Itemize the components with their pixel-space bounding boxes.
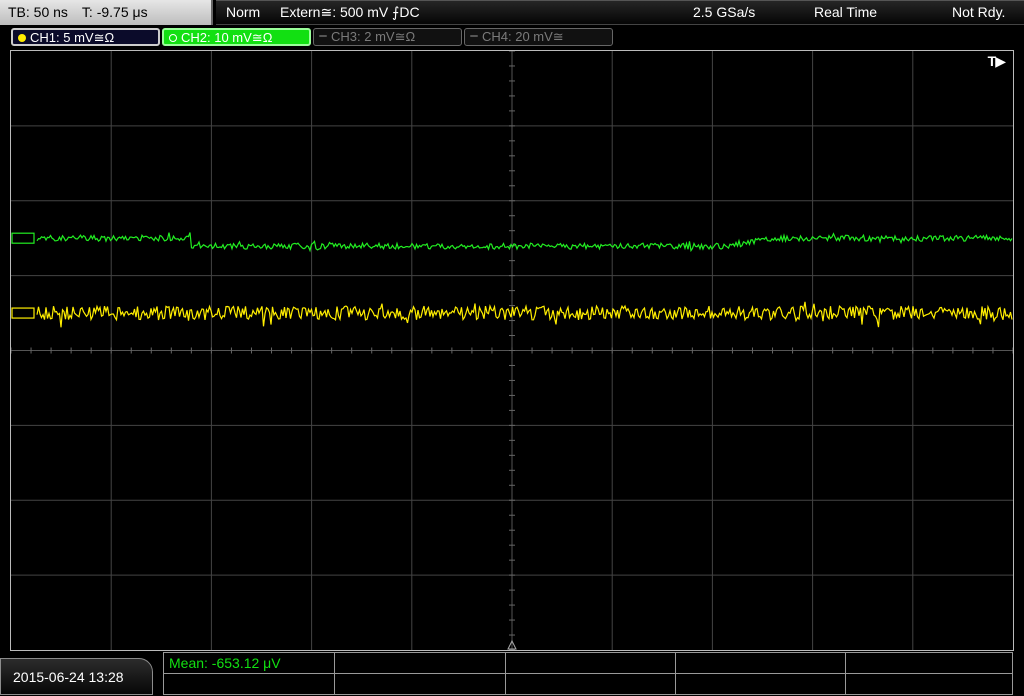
measurement-cell xyxy=(506,653,676,674)
trigger-mode: Norm xyxy=(226,4,261,20)
measurement-cell xyxy=(676,674,846,695)
status-bar: TB: 50 ns T: -9.75 μs Norm Extern≅: 500 m… xyxy=(0,0,1024,25)
ch1-waveform-offset-marker-icon xyxy=(11,307,35,319)
ch1-waveform xyxy=(36,301,1013,328)
graticule xyxy=(11,51,1013,650)
waveform-display[interactable]: T▶ xyxy=(10,50,1014,651)
ch3-indicator-icon xyxy=(319,35,327,37)
ch2-waveform xyxy=(36,232,1013,253)
measurement-cell xyxy=(846,674,1012,695)
measurement-cell xyxy=(164,674,335,695)
tab-ch2[interactable]: CH2: 10 mV≅Ω xyxy=(162,28,311,46)
tab-ch1[interactable]: CH1: 5 mV≅Ω xyxy=(11,28,160,46)
timebase-box[interactable]: TB: 50 ns T: -9.75 μs xyxy=(0,0,213,25)
ch1-label: CH1: 5 mV≅Ω xyxy=(30,30,115,45)
measurement-cell xyxy=(846,653,1012,674)
mean-measurement: Mean: -653.12 μV xyxy=(169,655,281,671)
ch2-label: CH2: 10 mV≅Ω xyxy=(181,30,273,45)
ch4-label: CH4: 20 mV≅ xyxy=(482,29,564,44)
channel-bar: CH1: 5 mV≅Ω CH2: 10 mV≅Ω CH3: 2 mV≅Ω CH4… xyxy=(0,26,1024,48)
tab-ch4[interactable]: CH4: 20 mV≅ xyxy=(464,28,613,46)
ch2-waveform-offset-marker-icon xyxy=(11,232,35,244)
ch3-label: CH3: 2 mV≅Ω xyxy=(331,29,416,44)
ch4-indicator-icon xyxy=(470,35,478,37)
trigger-info-box[interactable]: Norm Extern≅: 500 mV ⨍DC 2.5 GSa/s Real … xyxy=(216,0,1024,25)
measurement-panel[interactable]: Mean: -653.12 μV xyxy=(163,652,1013,695)
trigger-position-marker[interactable]: T▶ xyxy=(988,53,1006,70)
sample-rate: 2.5 GSa/s xyxy=(693,4,756,20)
measurement-cell xyxy=(335,653,506,674)
ch2-indicator-icon xyxy=(169,34,177,42)
timebase-readout: TB: 50 ns xyxy=(8,4,68,20)
timestamp: 2015-06-24 13:28 xyxy=(13,669,124,685)
measurement-cell xyxy=(676,653,846,674)
acquisition-status: Not Rdy. xyxy=(952,4,1006,20)
tab-ch3[interactable]: CH3: 2 mV≅Ω xyxy=(313,28,462,46)
trigger-time-readout: T: -9.75 μs xyxy=(81,4,148,20)
measurement-cell xyxy=(335,674,506,695)
ch1-indicator-icon xyxy=(18,34,26,42)
acquisition-mode: Real Time xyxy=(814,4,878,20)
trigger-source: Extern≅: 500 mV ⨍DC xyxy=(280,4,420,20)
measurement-cell xyxy=(506,674,676,695)
date-time-box[interactable]: 2015-06-24 13:28 xyxy=(0,658,153,695)
